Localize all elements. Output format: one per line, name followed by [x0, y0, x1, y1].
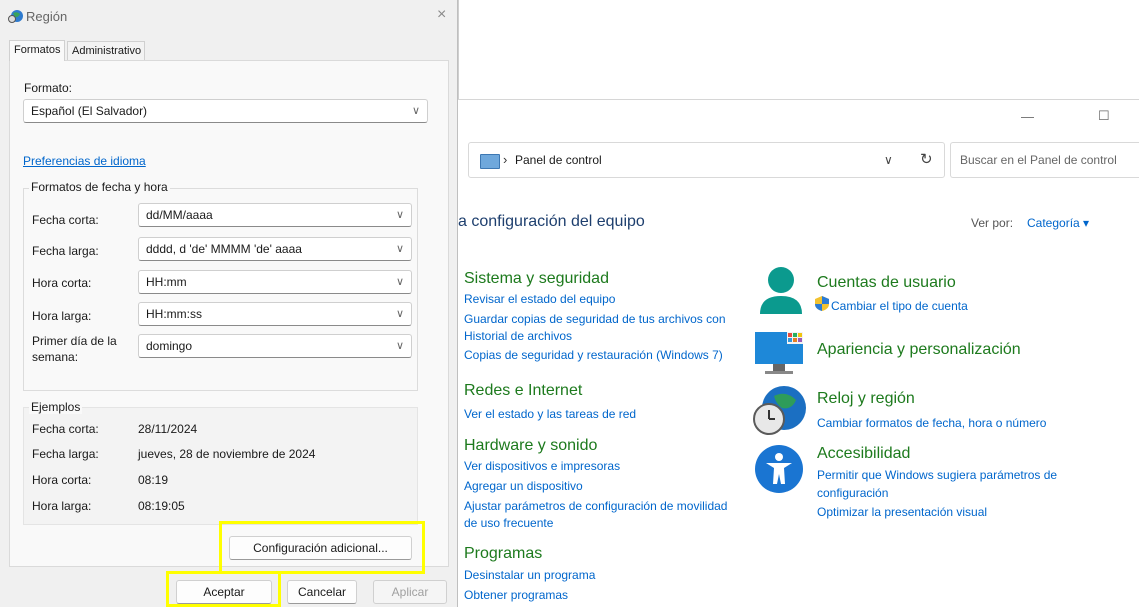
maximize-button[interactable]: ☐: [1098, 108, 1110, 124]
first-day-value: domingo: [146, 339, 193, 353]
category-hardware-sound[interactable]: Hardware y sonido: [464, 437, 597, 455]
example-short-date-value: 28/11/2024: [138, 422, 198, 436]
short-date-select[interactable]: dd/MM/aaaa ∨: [138, 203, 412, 227]
short-date-value: dd/MM/aaaa: [146, 208, 213, 222]
user-icon[interactable]: [758, 266, 804, 316]
minimize-button[interactable]: —: [1021, 109, 1034, 124]
example-short-time-value: 08:19: [138, 473, 169, 487]
search-input[interactable]: Buscar en el Panel de control: [950, 142, 1139, 178]
link-change-account-type[interactable]: Cambiar el tipo de cuenta: [831, 299, 968, 313]
first-day-label-line1: Primer día de la: [32, 334, 117, 348]
category-user-accounts[interactable]: Cuentas de usuario: [817, 274, 956, 292]
example-long-time-value: 08:19:05: [138, 499, 185, 513]
format-value: Español (El Salvador): [31, 104, 148, 118]
page-heading: a configuración del equipo: [458, 213, 645, 230]
link-backup-files[interactable]: Guardar copias de seguridad de tus archi…: [464, 312, 726, 326]
example-short-time-label: Hora corta:: [32, 473, 92, 487]
example-short-date-label: Fecha corta:: [32, 422, 99, 436]
chevron-down-icon: ∨: [411, 105, 420, 117]
long-date-value: dddd, d 'de' MMMM 'de' aaaa: [146, 242, 302, 256]
short-time-value: HH:mm: [146, 275, 187, 289]
link-change-formats[interactable]: Cambiar formatos de fecha, hora o número: [817, 416, 1046, 430]
first-day-label-line2: semana:: [32, 350, 79, 364]
category-network[interactable]: Redes e Internet: [464, 382, 582, 400]
region-dialog: Región × Formatos Administrativo Formato…: [0, 0, 458, 607]
address-bar[interactable]: › Panel de control ∨ ↻: [468, 142, 945, 178]
link-mobility-settings-cont[interactable]: de uso frecuente: [464, 516, 553, 530]
link-review-status[interactable]: Revisar el estado del equipo: [464, 292, 615, 306]
link-add-device[interactable]: Agregar un dispositivo: [464, 479, 583, 493]
tab-formatos[interactable]: Formatos: [9, 40, 66, 61]
view-by-label: Ver por:: [971, 216, 1014, 230]
additional-settings-button[interactable]: Configuración adicional...: [229, 536, 412, 560]
tab-administrativo[interactable]: Administrativo: [67, 41, 145, 60]
category-clock-region[interactable]: Reloj y región: [817, 390, 915, 408]
link-devices-printers[interactable]: Ver dispositivos e impresoras: [464, 459, 620, 473]
date-time-group-title: Formatos de fecha y hora: [29, 180, 170, 194]
window-divider: [458, 0, 459, 100]
breadcrumb-control-panel[interactable]: Panel de control: [515, 153, 602, 167]
link-file-history[interactable]: Historial de archivos: [464, 329, 572, 343]
category-programs[interactable]: Programas: [464, 545, 542, 563]
link-backup-restore[interactable]: Copias de seguridad y restauración (Wind…: [464, 348, 723, 362]
category-accessibility[interactable]: Accesibilidad: [817, 445, 910, 463]
dialog-title: Región: [26, 9, 68, 24]
cancel-button[interactable]: Cancelar: [287, 580, 357, 604]
link-mobility-settings[interactable]: Ajustar parámetros de configuración de m…: [464, 499, 727, 513]
link-network-status[interactable]: Ver el estado y las tareas de red: [464, 407, 636, 421]
first-day-select[interactable]: domingo ∨: [138, 334, 412, 358]
chevron-down-icon: ∨: [395, 340, 404, 352]
link-uninstall[interactable]: Desinstalar un programa: [464, 568, 595, 582]
examples-title: Ejemplos: [29, 400, 83, 414]
example-long-date-value: jueves, 28 de noviembre de 2024: [138, 447, 316, 461]
category-appearance[interactable]: Apariencia y personalización: [817, 341, 1021, 359]
first-day-label: Primer día de la semana:: [32, 333, 117, 365]
example-long-date-label: Fecha larga:: [32, 447, 99, 461]
ok-button[interactable]: Aceptar: [176, 580, 272, 604]
control-panel-icon: [480, 154, 500, 169]
clock-globe-icon[interactable]: [752, 384, 808, 438]
long-date-label: Fecha larga:: [32, 244, 99, 258]
search-placeholder: Buscar en el Panel de control: [960, 153, 1117, 167]
category-system-security[interactable]: Sistema y seguridad: [464, 270, 609, 288]
apply-button[interactable]: Aplicar: [373, 580, 447, 604]
short-time-label: Hora corta:: [32, 276, 92, 290]
short-time-select[interactable]: HH:mm ∨: [138, 270, 412, 294]
chevron-down-icon: ∨: [395, 209, 404, 221]
chevron-down-icon: ∨: [395, 308, 404, 320]
view-by-dropdown[interactable]: Categoría ▾: [1027, 216, 1089, 230]
monitor-icon[interactable]: [753, 330, 809, 376]
address-dropdown-icon[interactable]: ∨: [884, 153, 893, 167]
region-globe-icon: [8, 10, 23, 23]
breadcrumb-separator: ›: [503, 152, 508, 167]
formats-tab-page: Formato: Español (El Salvador) ∨ Prefere…: [9, 60, 449, 574]
long-time-label: Hora larga:: [32, 309, 92, 323]
language-preferences-link[interactable]: Preferencias de idioma: [23, 154, 146, 168]
format-select[interactable]: Español (El Salvador) ∨: [23, 99, 428, 123]
link-suggest-settings-cont[interactable]: configuración: [817, 486, 888, 500]
close-button[interactable]: ×: [437, 6, 446, 24]
accessibility-icon[interactable]: [754, 444, 804, 494]
link-get-programs[interactable]: Obtener programas: [464, 588, 568, 602]
long-time-value: HH:mm:ss: [146, 307, 202, 321]
long-time-select[interactable]: HH:mm:ss ∨: [138, 302, 412, 326]
chevron-down-icon: ∨: [395, 243, 404, 255]
chevron-down-icon: ∨: [395, 276, 404, 288]
short-date-label: Fecha corta:: [32, 213, 99, 227]
titlebar-divider: [458, 99, 1139, 100]
long-date-select[interactable]: dddd, d 'de' MMMM 'de' aaaa ∨: [138, 237, 412, 261]
example-long-time-label: Hora larga:: [32, 499, 92, 513]
format-label: Formato:: [24, 81, 73, 95]
uac-shield-icon: [815, 296, 829, 311]
refresh-icon[interactable]: ↻: [920, 150, 933, 168]
link-suggest-settings[interactable]: Permitir que Windows sugiera parámetros …: [817, 468, 1057, 482]
link-optimize-visual[interactable]: Optimizar la presentación visual: [817, 505, 987, 519]
